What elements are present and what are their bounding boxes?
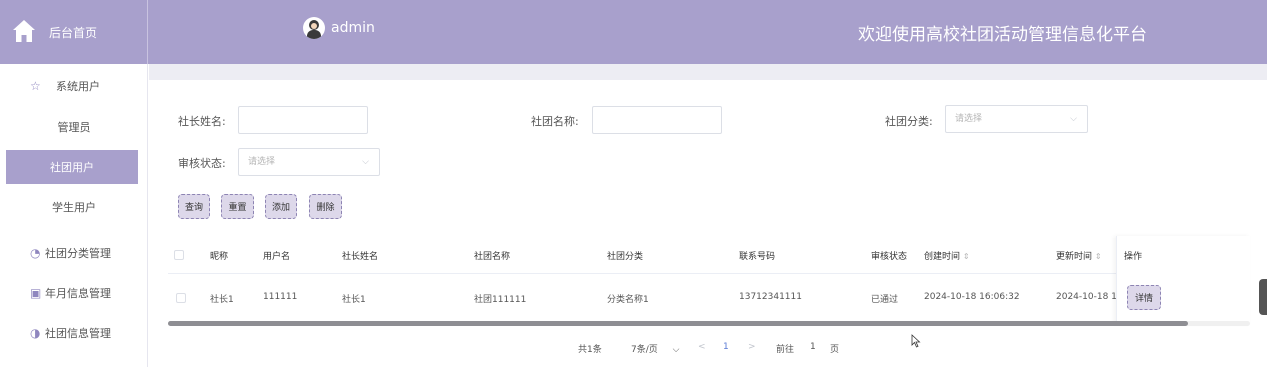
mouse-cursor-icon [911, 334, 921, 348]
pie-icon: ◑ [30, 326, 41, 340]
sidebar-item-label: 系统用户 [56, 80, 100, 93]
row-divider [168, 273, 1250, 274]
column-header-created[interactable]: 创建时间 ⇕ [924, 249, 970, 262]
sidebar-item-label: 社团分类管理 [45, 247, 111, 260]
chevron-down-icon: ⌵ [672, 345, 680, 355]
column-header-updated-label: 更新时间 [1056, 252, 1093, 262]
cell-phone: 13712341111 [739, 292, 802, 302]
page-unit-label: 页 [830, 345, 840, 355]
prev-page-button[interactable]: < [698, 342, 706, 352]
cell-username: 111111 [263, 292, 298, 302]
review-status-label: 审核状态: [178, 157, 226, 170]
scrollbar-thumb[interactable] [168, 321, 1188, 326]
column-header-username: 用户名 [263, 252, 291, 262]
reset-button[interactable]: 重置 [221, 194, 254, 219]
sidebar-item-label: 管理员 [57, 121, 91, 134]
cell-created: 2024-10-18 16:06:32 [924, 292, 1020, 302]
top-header: 后台首页 admin 欢迎使用高校社团活动管理信息化平台 [0, 0, 1267, 64]
column-header-phone: 联系号码 [739, 252, 776, 262]
cell-status: 已通过 [871, 295, 899, 305]
clock-icon: ◔ [30, 246, 41, 260]
sidebar-item-admins[interactable]: 管理员 [0, 110, 148, 144]
sort-icon: ⇕ [1094, 252, 1102, 261]
home-link[interactable]: 后台首页 [0, 0, 148, 64]
next-page-button[interactable]: > [748, 342, 756, 352]
cell-club-name: 社团111111 [474, 295, 527, 305]
sidebar-item-month-info[interactable]: ▣ 年月信息管理 [0, 276, 148, 310]
club-category-select[interactable]: 请选择 ⌵ [945, 105, 1088, 133]
sidebar-item-label: 社团信息管理 [45, 327, 111, 340]
column-header-updated[interactable]: 更新时间 ⇕ [1056, 249, 1102, 262]
row-checkbox[interactable] [176, 293, 186, 303]
page-size-label: 7条/页 [631, 345, 658, 355]
delete-button[interactable]: 删除 [309, 194, 342, 219]
sort-icon: ⇕ [962, 252, 970, 261]
cell-leader-name: 社长1 [342, 295, 366, 305]
club-category-label: 社团分类: [885, 115, 933, 128]
select-all-checkbox[interactable] [174, 250, 184, 260]
home-icon [13, 20, 35, 42]
club-name-input[interactable] [592, 106, 722, 134]
sidebar-item-club-info[interactable]: ◑ 社团信息管理 [0, 316, 148, 350]
sidebar-item-club-users[interactable]: 社团用户 [6, 150, 138, 184]
home-label: 后台首页 [49, 26, 98, 40]
site-title: 欢迎使用高校社团活动管理信息化平台 [858, 25, 1147, 45]
page-size-select[interactable]: 7条/页 ⌵ [631, 342, 679, 355]
side-drawer-handle[interactable] [1259, 279, 1267, 315]
pagination-total: 共1条 [578, 345, 602, 355]
leader-name-label: 社长姓名: [178, 115, 226, 128]
user-menu[interactable]: admin [303, 17, 375, 39]
sidebar-item-club-category[interactable]: ◔ 社团分类管理 [0, 236, 148, 270]
club-category-placeholder: 请选择 [955, 114, 983, 124]
goto-page-input[interactable]: 1 [810, 342, 816, 352]
detail-button[interactable]: 详情 [1127, 285, 1161, 310]
chevron-down-icon: ⌵ [362, 157, 369, 167]
sidebar-item-label: 社团用户 [50, 161, 94, 174]
sidebar-item-label: 学生用户 [52, 201, 96, 214]
column-header-category: 社团分类 [607, 252, 644, 262]
sidebar-item-label: 年月信息管理 [45, 287, 111, 300]
avatar [303, 17, 325, 39]
cell-updated: 2024-10-18 1 [1056, 292, 1117, 302]
goto-label: 前往 [776, 345, 795, 355]
calendar-icon: ▣ [30, 286, 42, 300]
leader-name-input[interactable] [238, 106, 368, 134]
content-topbar [149, 64, 1267, 80]
admin-name: admin [331, 20, 375, 36]
column-header-club-name: 社团名称 [474, 252, 511, 262]
column-header-created-label: 创建时间 [924, 252, 961, 262]
review-status-placeholder: 请选择 [248, 157, 276, 167]
club-name-label: 社团名称: [531, 115, 579, 128]
sidebar-item-student-users[interactable]: 学生用户 [0, 190, 148, 224]
column-header-operations: 操作 [1124, 252, 1143, 262]
column-header-leader-name: 社长姓名 [342, 252, 379, 262]
add-button[interactable]: 添加 [265, 194, 297, 219]
query-button[interactable]: 查询 [178, 194, 210, 219]
review-status-select[interactable]: 请选择 ⌵ [238, 148, 380, 176]
star-outline-icon: ☆ [30, 79, 41, 93]
column-header-nickname: 昵称 [210, 252, 229, 262]
cell-nickname: 社长1 [210, 295, 234, 305]
current-page[interactable]: 1 [723, 342, 729, 352]
cell-category: 分类名称1 [607, 295, 649, 305]
column-header-status: 审核状态 [871, 252, 908, 262]
sidebar-item-system-users[interactable]: ☆ 系统用户 [0, 69, 148, 103]
chevron-down-icon: ⌵ [1070, 114, 1077, 124]
